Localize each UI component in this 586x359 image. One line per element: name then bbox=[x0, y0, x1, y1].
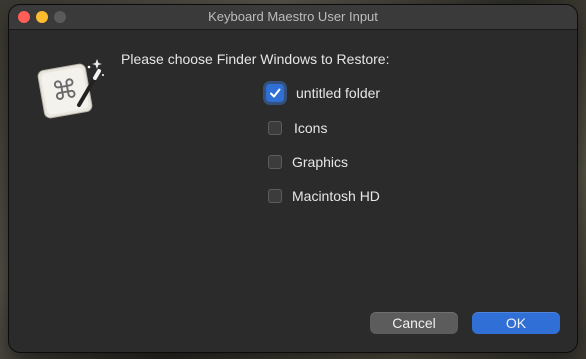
option-untitled-folder[interactable]: untitled folder bbox=[266, 83, 380, 103]
title-bar[interactable]: Keyboard Maestro User Input bbox=[9, 5, 577, 30]
option-graphics[interactable]: Graphics bbox=[268, 152, 348, 172]
cancel-button[interactable]: Cancel bbox=[370, 312, 458, 334]
checkbox-checked[interactable] bbox=[266, 84, 284, 102]
prompt-text: Please choose Finder Windows to Restore: bbox=[121, 51, 390, 67]
option-label: Macintosh HD bbox=[292, 188, 380, 204]
option-macintosh-hd[interactable]: Macintosh HD bbox=[268, 186, 380, 206]
option-label: Icons bbox=[294, 120, 328, 136]
svg-text:⌘: ⌘ bbox=[50, 74, 81, 108]
option-label: untitled folder bbox=[296, 85, 381, 101]
ok-button[interactable]: OK bbox=[472, 312, 560, 334]
checkbox-unchecked[interactable] bbox=[268, 121, 282, 135]
checkbox-unchecked[interactable] bbox=[268, 189, 282, 203]
keyboard-maestro-icon: ⌘ bbox=[35, 53, 107, 125]
window-title: Keyboard Maestro User Input bbox=[208, 9, 378, 24]
option-label: Graphics bbox=[292, 154, 349, 170]
checkbox-unchecked[interactable] bbox=[268, 155, 282, 169]
dialog-window: Keyboard Maestro User Input ⌘ Please cho… bbox=[9, 5, 577, 352]
option-icons[interactable]: Icons bbox=[268, 118, 327, 138]
checkmark-icon bbox=[270, 88, 281, 98]
